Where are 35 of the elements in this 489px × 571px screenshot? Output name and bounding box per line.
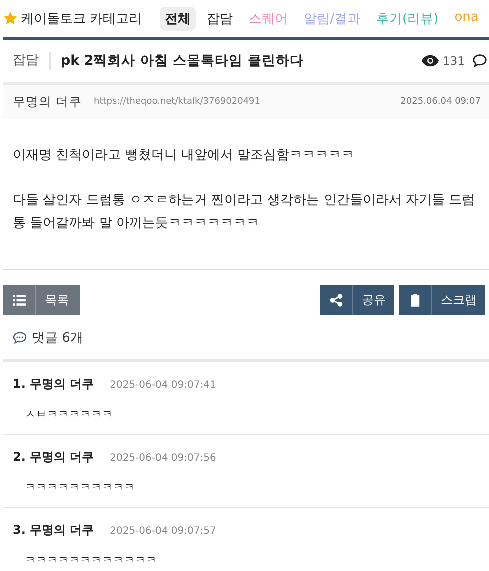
eye-icon [422, 55, 440, 67]
post-paragraph: 다들 살인자 드럼통 ㅇㅈㄹ하는거 찐이라고 생각하는 인간들이라서 자기들 드럼통 들어갈까봐 말 아끼는듯ㅋㅋㅋㅋㅋㅋㅋ [13, 192, 476, 233]
comment-text: ㅋㅋㅋㅋㅋㅋㅋㅋㅋㅋ [24, 480, 136, 495]
post-title: pk 2찍회사 아침 스몰톡타임 클린하다 [60, 52, 305, 70]
comment-text: ㅅㅂㅋㅋㅋㅋㅋㅋ [24, 407, 114, 422]
comment-icon [473, 54, 487, 68]
comment-number: 3. [13, 523, 26, 537]
category-tab[interactable]: 전체 [160, 6, 196, 30]
post-paragraph: 이재명 친척이라고 뻥쳤더니 내앞에서 말조심함ㅋㅋㅋㅋㅋ [13, 147, 356, 165]
category-tab[interactable]: 후기(리뷰) [372, 6, 444, 30]
comment-time: 2025-06-04 09:07:56 [110, 453, 216, 464]
comment-number: 1. [13, 377, 26, 391]
list-icon [12, 294, 26, 306]
share-icon [330, 294, 342, 306]
share-button[interactable]: 공유 [320, 285, 394, 315]
scrap-button[interactable]: 스크랩 [399, 285, 485, 315]
comment-author: 무명의 더쿠 [30, 376, 94, 393]
author-name: 무명의 더쿠 [13, 94, 82, 110]
category-title: 케이돌토크 카테고리 [21, 10, 142, 28]
post-link[interactable]: https://theqoo.net/ktalk/3769020491 [94, 97, 261, 107]
comment-time: 2025-06-04 09:07:41 [110, 380, 216, 391]
list-button[interactable]: 목록 [3, 285, 80, 315]
comment-number: 2. [13, 450, 26, 464]
clipboard-icon [410, 293, 420, 307]
speech-bubble-icon [13, 332, 27, 344]
comment-text: ㅋㅋㅋㅋㅋㅋㅋㅋㅋㅋㅋㅋ [24, 553, 158, 568]
comment-author: 무명의 더쿠 [30, 522, 94, 539]
comment-count: 댓글 6개 [32, 330, 84, 347]
comment-time: 2025-06-04 09:07:57 [110, 526, 216, 537]
category-tab[interactable]: 잡담 [202, 6, 238, 30]
star-icon [3, 11, 18, 26]
view-count: 131 [443, 54, 465, 68]
post-date: 2025.06.04 09:07 [400, 97, 482, 107]
post-category[interactable]: 잡담 [3, 52, 51, 70]
comment-author: 무명의 더쿠 [30, 449, 94, 466]
